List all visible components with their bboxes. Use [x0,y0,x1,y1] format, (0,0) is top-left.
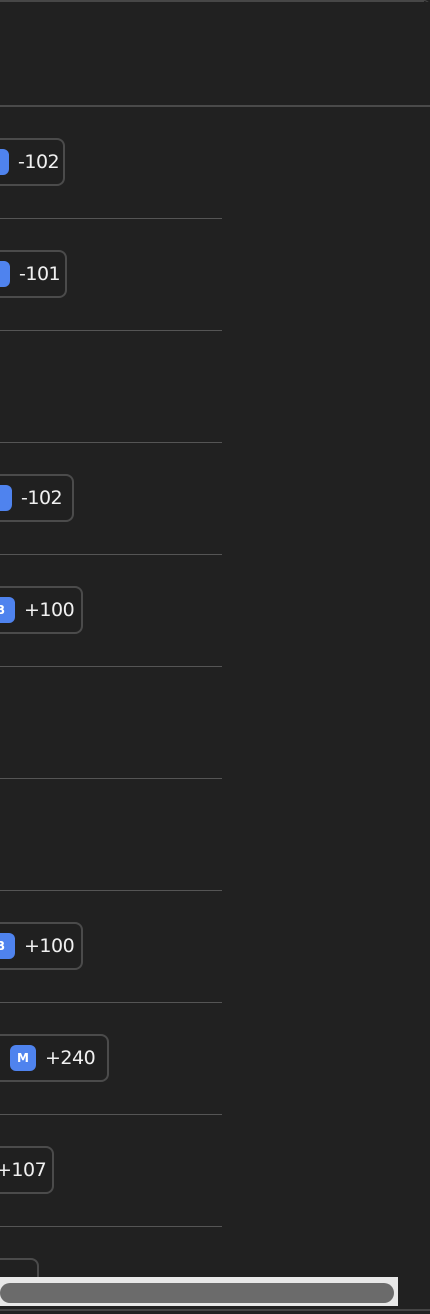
value-chip[interactable]: +107 [0,1146,54,1194]
header-region [0,2,430,106]
chip-value: +107 [0,1159,47,1181]
list-row: +107 [0,1115,430,1227]
value-chip[interactable]: M +240 [0,1034,109,1082]
list-row [0,331,430,443]
value-chip[interactable]: F -102 [0,474,74,522]
letter-badge-icon [0,149,9,175]
value-chip[interactable]: -101 [0,250,67,298]
chip-value: -102 [21,487,63,509]
value-chip[interactable]: B +100 [0,586,83,634]
chip-value: +100 [24,599,75,621]
letter-badge-icon: F [0,485,12,511]
list-row: B +100 [0,891,430,1003]
letter-badge-icon: M [10,1045,36,1071]
list-row [0,667,430,779]
letter-badge-icon: B [0,597,15,623]
value-chip[interactable]: -102 [0,138,65,186]
list-row: -102 [0,107,430,219]
horizontal-scrollbar-thumb[interactable] [0,1283,394,1303]
letter-badge-icon [0,261,10,287]
list-row: -101 [0,219,430,331]
list-row: M +240 [0,1003,430,1115]
chip-value: +100 [24,935,75,957]
row-divider [0,1226,222,1227]
value-chip[interactable]: B +100 [0,922,83,970]
list-row: B +100 [0,555,430,667]
list-row: F -102 [0,443,430,555]
chip-value: -102 [18,151,60,173]
chip-value: -101 [19,263,61,285]
letter-badge-icon: B [0,933,15,959]
bottom-border [0,1309,430,1311]
chip-value: +240 [45,1047,96,1069]
list-row [0,779,430,891]
list: -102 -101 F -102 B +100 B + [0,107,430,1227]
